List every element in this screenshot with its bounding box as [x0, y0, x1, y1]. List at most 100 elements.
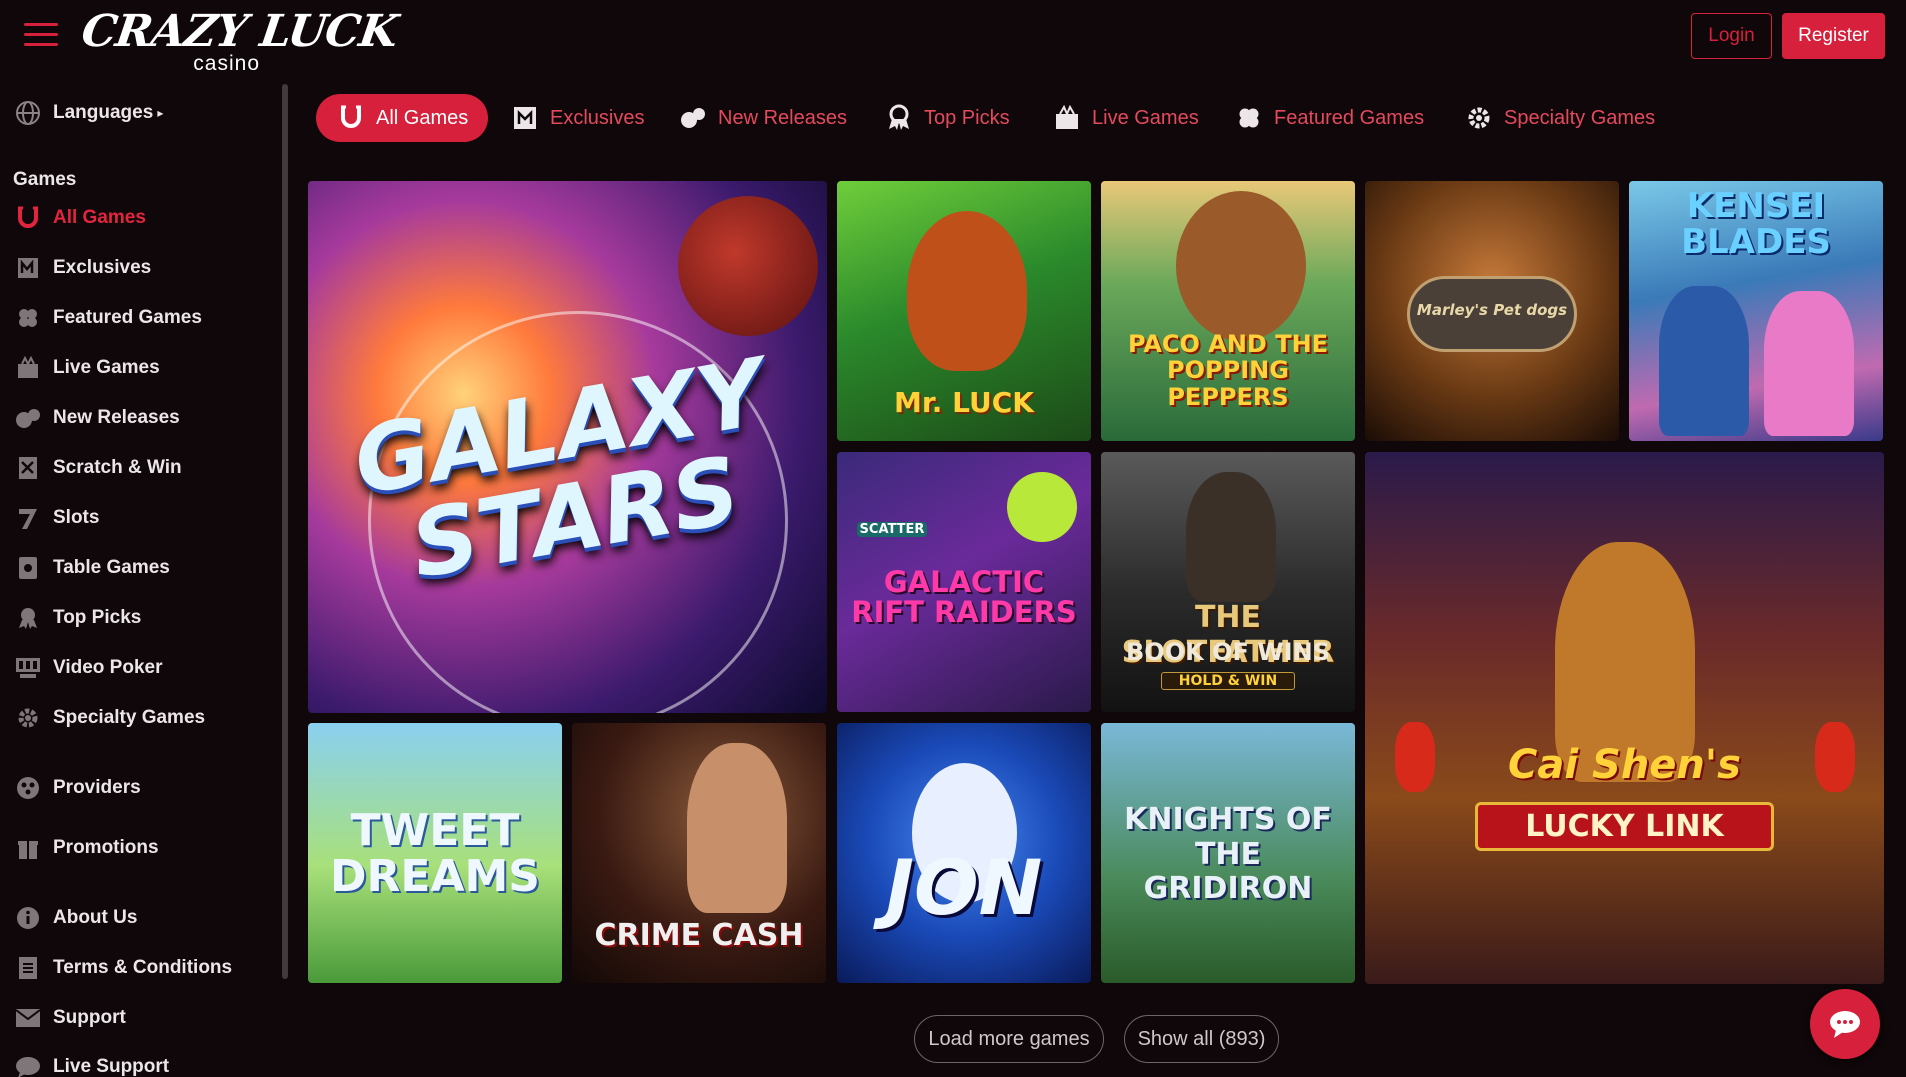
tab-label: Featured Games [1274, 106, 1425, 129]
sidebar-item-label: Table Games [53, 557, 170, 578]
sidebar-item-support[interactable]: Support [14, 1001, 126, 1035]
show-all-button[interactable]: Show all (893) [1124, 1015, 1279, 1063]
sidebar-item-label: Live Games [53, 357, 160, 378]
game-tile-cai-shens-lucky-link[interactable]: Cai Shen's LUCKY LINK [1365, 452, 1884, 984]
game-tile-knights-of-the-gridiron[interactable]: KNIGHTS OF THE GRIDIRON [1101, 723, 1355, 983]
sidebar-item-label: Featured Games [53, 307, 202, 328]
tab-new-releases[interactable]: New Releases [678, 94, 847, 142]
game-title: PACO AND THE POPPING PEPPERS [1127, 330, 1329, 411]
game-tile-slotfather-book-of-wins[interactable]: THE SLOTFATHER BOOK OF WINS HOLD & WIN [1101, 452, 1355, 712]
info-icon [14, 905, 41, 932]
tab-label: Specialty Games [1504, 106, 1656, 129]
tab-live-games[interactable]: Live Games [1052, 94, 1199, 142]
sidebar-item-exclusives[interactable]: Exclusives [14, 251, 151, 285]
sidebar-item-promotions[interactable]: Promotions [14, 831, 159, 865]
game-tile-tweet-dreams[interactable]: TWEET DREAMS [308, 723, 562, 983]
sidebar-item-about-us[interactable]: About Us [14, 901, 137, 935]
login-button[interactable]: Login [1691, 13, 1772, 59]
moon-graphic [1007, 472, 1077, 542]
game-subtitle: BOOK OF WINS [1126, 638, 1330, 666]
chat-bubble-icon [1830, 1011, 1860, 1038]
new-releases-icon [14, 405, 41, 432]
award-icon [884, 103, 914, 133]
tab-label: Exclusives [550, 106, 645, 129]
clover-icon [1234, 103, 1264, 133]
game-tile-kensei-blades[interactable]: KENSEI BLADES [1629, 181, 1883, 441]
game-tile-jon[interactable]: JON [837, 723, 1091, 983]
sidebar: Languages ▸ Games All Games Exclusives F… [0, 74, 292, 1077]
game-tile-mr-luck[interactable]: Mr. LUCK [837, 181, 1091, 441]
sidebar-item-live-support[interactable]: Live Support [14, 1050, 169, 1077]
chat-bubble-icon [14, 1054, 41, 1077]
providers-icon [14, 775, 41, 802]
tab-label: New Releases [718, 106, 847, 129]
sidebar-item-label: Live Support [53, 1056, 170, 1077]
sidebar-item-table-games[interactable]: Table Games [14, 551, 170, 585]
sidebar-languages[interactable]: Languages ▸ [14, 96, 163, 130]
game-tile-galaxy-stars[interactable]: GALAXY STARS [308, 181, 827, 713]
sidebar-item-label: Scratch & Win [53, 457, 182, 478]
tab-top-picks[interactable]: Top Picks [884, 94, 1010, 142]
game-title: KNIGHTS OF THE GRIDIRON [1124, 802, 1332, 906]
game-title: Marley's Pet dogs [1416, 301, 1568, 319]
top-header: CRAZY LUCK casino Login Register [0, 0, 1906, 76]
sidebar-item-terms[interactable]: Terms & Conditions [14, 951, 232, 985]
tab-all-games[interactable]: All Games [316, 94, 489, 142]
load-more-games-button[interactable]: Load more games [914, 1015, 1104, 1063]
tab-exclusives[interactable]: Exclusives [510, 94, 644, 142]
tab-specialty-games[interactable]: Specialty Games [1464, 94, 1655, 142]
sidebar-item-providers[interactable]: Providers [14, 771, 141, 805]
envelope-icon [14, 1005, 41, 1032]
tab-label: Live Games [1092, 106, 1199, 129]
sidebar-item-label: Support [53, 1007, 126, 1028]
document-icon [14, 955, 41, 982]
casino-logo[interactable]: CRAZY LUCK casino [78, 6, 400, 76]
game-tile-paco-popping-peppers[interactable]: PACO AND THE POPPING PEPPERS [1101, 181, 1355, 441]
sidebar-games-heading: Games [13, 169, 77, 190]
caret-right-icon: ▸ [157, 106, 164, 120]
character-graphic [687, 743, 787, 913]
game-title: JON [885, 843, 1043, 932]
gear-icon [14, 705, 41, 732]
sidebar-item-all-games[interactable]: All Games [14, 201, 146, 235]
sidebar-item-video-poker[interactable]: Video Poker [14, 651, 162, 685]
sidebar-item-label: Specialty Games [53, 707, 206, 728]
sidebar-item-label: About Us [53, 907, 138, 928]
horseshoe-icon [14, 205, 41, 232]
sidebar-scrollbar[interactable] [282, 84, 288, 979]
gear-icon [1464, 103, 1494, 133]
tab-featured-games[interactable]: Featured Games [1234, 94, 1424, 142]
tab-label: Top Picks [924, 106, 1010, 129]
game-tile-galactic-rift-raiders[interactable]: SCATTER GALACTIC RIFT RAIDERS [837, 452, 1091, 712]
globe-icon [14, 100, 41, 127]
game-tile-crime-cash[interactable]: CRIME CASH [572, 723, 826, 983]
logo-subtitle: casino [193, 52, 260, 75]
sidebar-item-label: Top Picks [53, 607, 142, 628]
sidebar-item-label: Terms & Conditions [53, 957, 233, 978]
live-games-icon [14, 355, 41, 382]
sidebar-item-featured-games[interactable]: Featured Games [14, 301, 202, 335]
game-title: Mr. LUCK [894, 386, 1034, 419]
sidebar-item-label: Exclusives [53, 257, 152, 278]
character-graphic [1176, 191, 1306, 341]
game-title: KENSEI BLADES [1681, 186, 1831, 262]
sidebar-item-slots[interactable]: Slots [14, 501, 99, 535]
sidebar-item-label: All Games [53, 207, 146, 228]
character-graphic [1186, 472, 1276, 602]
live-chat-button[interactable] [1810, 989, 1880, 1059]
award-icon [14, 605, 41, 632]
sidebar-item-top-picks[interactable]: Top Picks [14, 601, 141, 635]
sidebar-item-specialty-games[interactable]: Specialty Games [14, 701, 205, 735]
character-graphic [1764, 291, 1854, 436]
table-card-icon [14, 555, 41, 582]
gift-icon [14, 835, 41, 862]
game-title: Cai Shen's [1508, 742, 1741, 788]
game-tile-marleys-pet-dogs[interactable]: Marley's Pet dogs [1365, 181, 1619, 441]
sidebar-item-scratch-win[interactable]: Scratch & Win [14, 451, 182, 485]
sidebar-item-new-releases[interactable]: New Releases [14, 401, 180, 435]
sidebar-item-live-games[interactable]: Live Games [14, 351, 160, 385]
register-button[interactable]: Register [1782, 13, 1885, 59]
hamburger-menu-icon[interactable] [24, 23, 58, 47]
sidebar-item-label: New Releases [53, 407, 180, 428]
live-games-icon [1052, 103, 1082, 133]
